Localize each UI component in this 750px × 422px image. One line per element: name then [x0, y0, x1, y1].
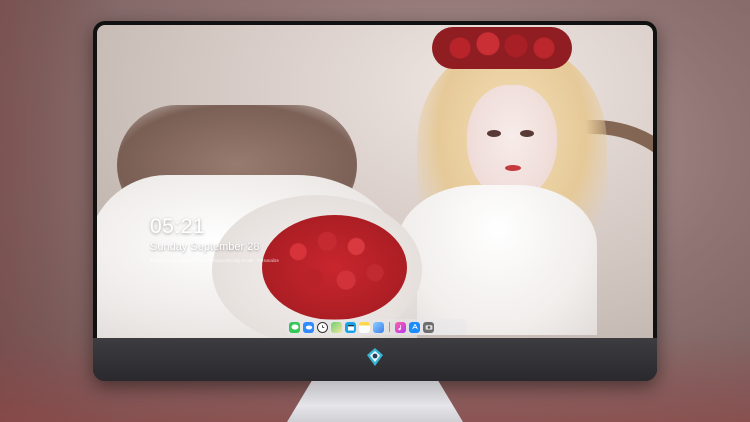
- wallpaper-eye-right: [520, 130, 534, 137]
- lockscreen-clock: 05:21: [150, 215, 206, 238]
- app-store-icon[interactable]: [409, 321, 420, 333]
- lockscreen-tagline: Windows starts with you. Select Privacy·…: [150, 258, 279, 263]
- music-icon[interactable]: [395, 321, 406, 333]
- weather-cloud-icon[interactable]: [303, 321, 314, 333]
- desktop-screen: 05:21 Sunday September 28 Windows starts…: [97, 25, 653, 338]
- monitor-chin: [93, 338, 657, 381]
- wallpaper-dress: [397, 185, 597, 335]
- wallpaper-lips: [505, 165, 521, 171]
- monitor: 05:21 Sunday September 28 Windows starts…: [93, 21, 657, 381]
- camera-icon[interactable]: [423, 321, 434, 333]
- wallpaper-flower-crown: [432, 27, 572, 69]
- messages-icon[interactable]: [289, 321, 300, 333]
- dock: [285, 319, 467, 335]
- wallpaper-rose-bouquet: [262, 215, 407, 320]
- video-clapper-icon[interactable]: [345, 321, 356, 333]
- wallpaper-face: [467, 85, 557, 200]
- notes-icon[interactable]: [359, 321, 370, 333]
- diamond-logo-icon: [365, 347, 385, 367]
- store-icon[interactable]: [373, 321, 384, 333]
- clock-icon[interactable]: [317, 321, 328, 333]
- maps-icon[interactable]: [331, 321, 342, 333]
- monitor-stand: [287, 381, 463, 422]
- lockscreen-date: Sunday September 28: [150, 241, 260, 253]
- dock-separator: [389, 322, 390, 332]
- wallpaper-eye-left: [487, 130, 501, 137]
